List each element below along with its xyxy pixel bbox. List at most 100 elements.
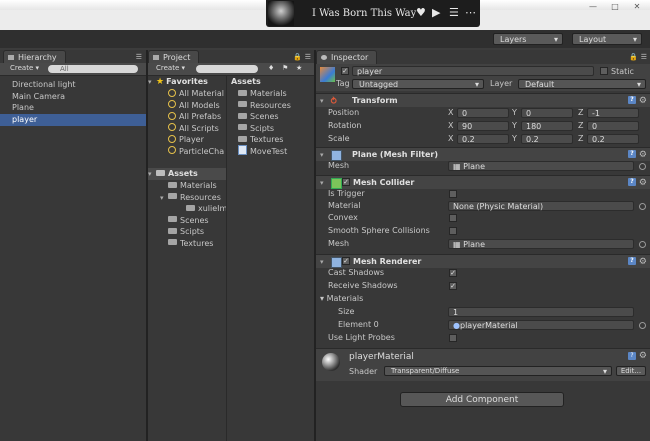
panel-menu-icon[interactable]: ☰	[641, 53, 647, 61]
expand-triangle-icon[interactable]: ▾	[148, 168, 156, 180]
mesh-field[interactable]: ▦ Plane	[448, 161, 634, 171]
asset-item[interactable]: Scenes	[228, 111, 314, 123]
layers-dropdown[interactable]: Layers	[493, 33, 563, 46]
favorite-item[interactable]: ParticleCha	[148, 146, 226, 158]
rotation-y-field[interactable]: 180	[521, 121, 573, 131]
scale-y-field[interactable]: 0.2	[521, 134, 573, 144]
hierarchy-item[interactable]: Directional light	[0, 79, 146, 91]
hierarchy-item[interactable]: Main Camera	[0, 91, 146, 103]
search-icon	[168, 123, 176, 131]
mesh-renderer-header[interactable]: ▾ ✓ Mesh Renderer ? ⚙	[316, 254, 650, 268]
favorite-item[interactable]: All Prefabs	[148, 111, 226, 123]
heart-icon[interactable]: ♥	[416, 6, 426, 19]
asset-tree-item[interactable]: Scenes	[148, 215, 226, 227]
more-icon[interactable]: ⋯	[465, 6, 476, 19]
expand-triangle-icon[interactable]: ▾	[160, 192, 168, 204]
rotation-x-field[interactable]: 90	[457, 121, 509, 131]
component-enabled-checkbox[interactable]: ✓	[342, 178, 350, 186]
asset-tree-item[interactable]: ▾ Resources	[148, 192, 226, 204]
transform-header[interactable]: ▾ ⥁ Transform ? ⚙	[316, 93, 650, 107]
scale-z-field[interactable]: 0.2	[587, 134, 639, 144]
assets-header[interactable]: ▾ Assets	[148, 168, 226, 180]
add-component-button[interactable]: Add Component	[400, 392, 564, 407]
favorite-item[interactable]: All Scripts	[148, 123, 226, 135]
object-picker-icon[interactable]	[639, 203, 646, 210]
static-checkbox[interactable]	[600, 67, 608, 75]
mesh-filter-header[interactable]: ▾ Plane (Mesh Filter) ? ⚙	[316, 147, 650, 161]
scale-x-field[interactable]: 0.2	[457, 134, 509, 144]
asset-tree-item[interactable]: Textures	[148, 238, 226, 250]
physic-material-field[interactable]: None (Physic Material)	[448, 201, 634, 211]
position-y-field[interactable]: 0	[521, 108, 573, 118]
lock-icon[interactable]: 🔒	[629, 53, 638, 61]
create-button[interactable]: Create ▾	[156, 64, 185, 72]
materials-row[interactable]: ▾ Materials	[316, 293, 650, 305]
materials-size-field[interactable]: 1	[448, 307, 634, 317]
gear-icon[interactable]: ⚙	[639, 351, 647, 361]
component-enabled-checkbox[interactable]: ✓	[342, 257, 350, 265]
help-icon[interactable]: ?	[628, 96, 636, 104]
element-0-field[interactable]: ●playerMaterial	[448, 320, 634, 330]
field-label: Material	[328, 201, 361, 210]
position-z-field[interactable]: -1	[587, 108, 639, 118]
filter-label-icon[interactable]: ⚑	[282, 64, 288, 72]
cast-shadows-checkbox[interactable]: ✓	[449, 269, 457, 277]
favorite-item[interactable]: Player	[148, 134, 226, 146]
help-icon[interactable]: ?	[628, 352, 636, 360]
object-picker-icon[interactable]	[639, 163, 646, 170]
help-icon[interactable]: ?	[628, 257, 636, 265]
asset-item[interactable]: Scipts	[228, 123, 314, 135]
materials-foldout[interactable]: ▾ Materials	[320, 293, 363, 305]
favorites-header[interactable]: ▾ ★ Favorites	[148, 76, 226, 88]
object-picker-icon[interactable]	[639, 322, 646, 329]
asset-tree-item[interactable]: xulieIma	[148, 203, 226, 215]
expand-triangle-icon[interactable]: ▾	[148, 76, 156, 88]
tab-hierarchy[interactable]: Hierarchy	[3, 50, 66, 64]
create-button[interactable]: Create ▾	[10, 64, 39, 72]
receive-shadows-checkbox[interactable]: ✓	[449, 282, 457, 290]
layer-dropdown[interactable]: Default	[518, 79, 646, 89]
smooth-sphere-checkbox[interactable]	[449, 227, 457, 235]
favorite-item[interactable]: All Models	[148, 100, 226, 112]
asset-item[interactable]: Resources	[228, 100, 314, 112]
asset-item[interactable]: Materials	[228, 88, 314, 100]
minimize-icon[interactable]: —	[586, 2, 600, 12]
help-icon[interactable]: ?	[628, 150, 636, 158]
play-icon[interactable]: ▶	[432, 6, 440, 19]
position-x-field[interactable]: 0	[457, 108, 509, 118]
music-mini-player[interactable]: I Was Born This Way ♥ ▶ ☰ ⋯	[266, 0, 480, 27]
hierarchy-item[interactable]: Plane	[0, 102, 146, 114]
object-picker-icon[interactable]	[639, 241, 646, 248]
edit-shader-button[interactable]: Edit...	[616, 366, 646, 376]
asset-item[interactable]: MoveTest	[228, 145, 314, 158]
tag-dropdown[interactable]: Untagged	[352, 79, 484, 89]
light-probes-checkbox[interactable]	[449, 334, 457, 342]
tab-inspector[interactable]: Inspector	[316, 50, 378, 64]
filter-type-icon[interactable]: ♦	[268, 64, 274, 72]
layout-dropdown[interactable]: Layout	[572, 33, 642, 46]
active-checkbox[interactable]: ✓	[341, 67, 349, 75]
project-tree: ▾ ★ Favorites All Material All Models All Pr…	[148, 76, 226, 441]
is-trigger-checkbox[interactable]	[449, 190, 457, 198]
maximize-icon[interactable]: □	[608, 2, 622, 12]
list-icon[interactable]: ☰	[449, 6, 459, 19]
mesh-collider-header[interactable]: ▾ ✓ Mesh Collider ? ⚙	[316, 175, 650, 189]
collider-mesh-field[interactable]: ▦ Plane	[448, 239, 634, 249]
panel-menu-icon[interactable]: ☰	[136, 53, 142, 61]
lock-icon[interactable]: 🔒	[293, 53, 302, 61]
help-icon[interactable]: ?	[628, 178, 636, 186]
convex-checkbox[interactable]	[449, 214, 457, 222]
tab-project[interactable]: Project	[148, 50, 200, 64]
favorite-item[interactable]: All Material	[148, 88, 226, 100]
object-name-field[interactable]: player	[352, 66, 594, 76]
asset-tree-item[interactable]: Scipts	[148, 226, 226, 238]
close-icon[interactable]: ✕	[630, 2, 644, 12]
project-search-input[interactable]	[196, 65, 258, 73]
rotation-z-field[interactable]: 0	[587, 121, 639, 131]
asset-tree-item[interactable]: Materials	[148, 180, 226, 192]
shader-dropdown[interactable]: Transparent/Diffuse	[384, 366, 612, 376]
favorite-icon[interactable]: ★	[296, 64, 302, 72]
hierarchy-search-input[interactable]: All	[48, 65, 138, 73]
panel-menu-icon[interactable]: ☰	[305, 53, 311, 61]
hierarchy-item[interactable]: player	[0, 113, 146, 126]
